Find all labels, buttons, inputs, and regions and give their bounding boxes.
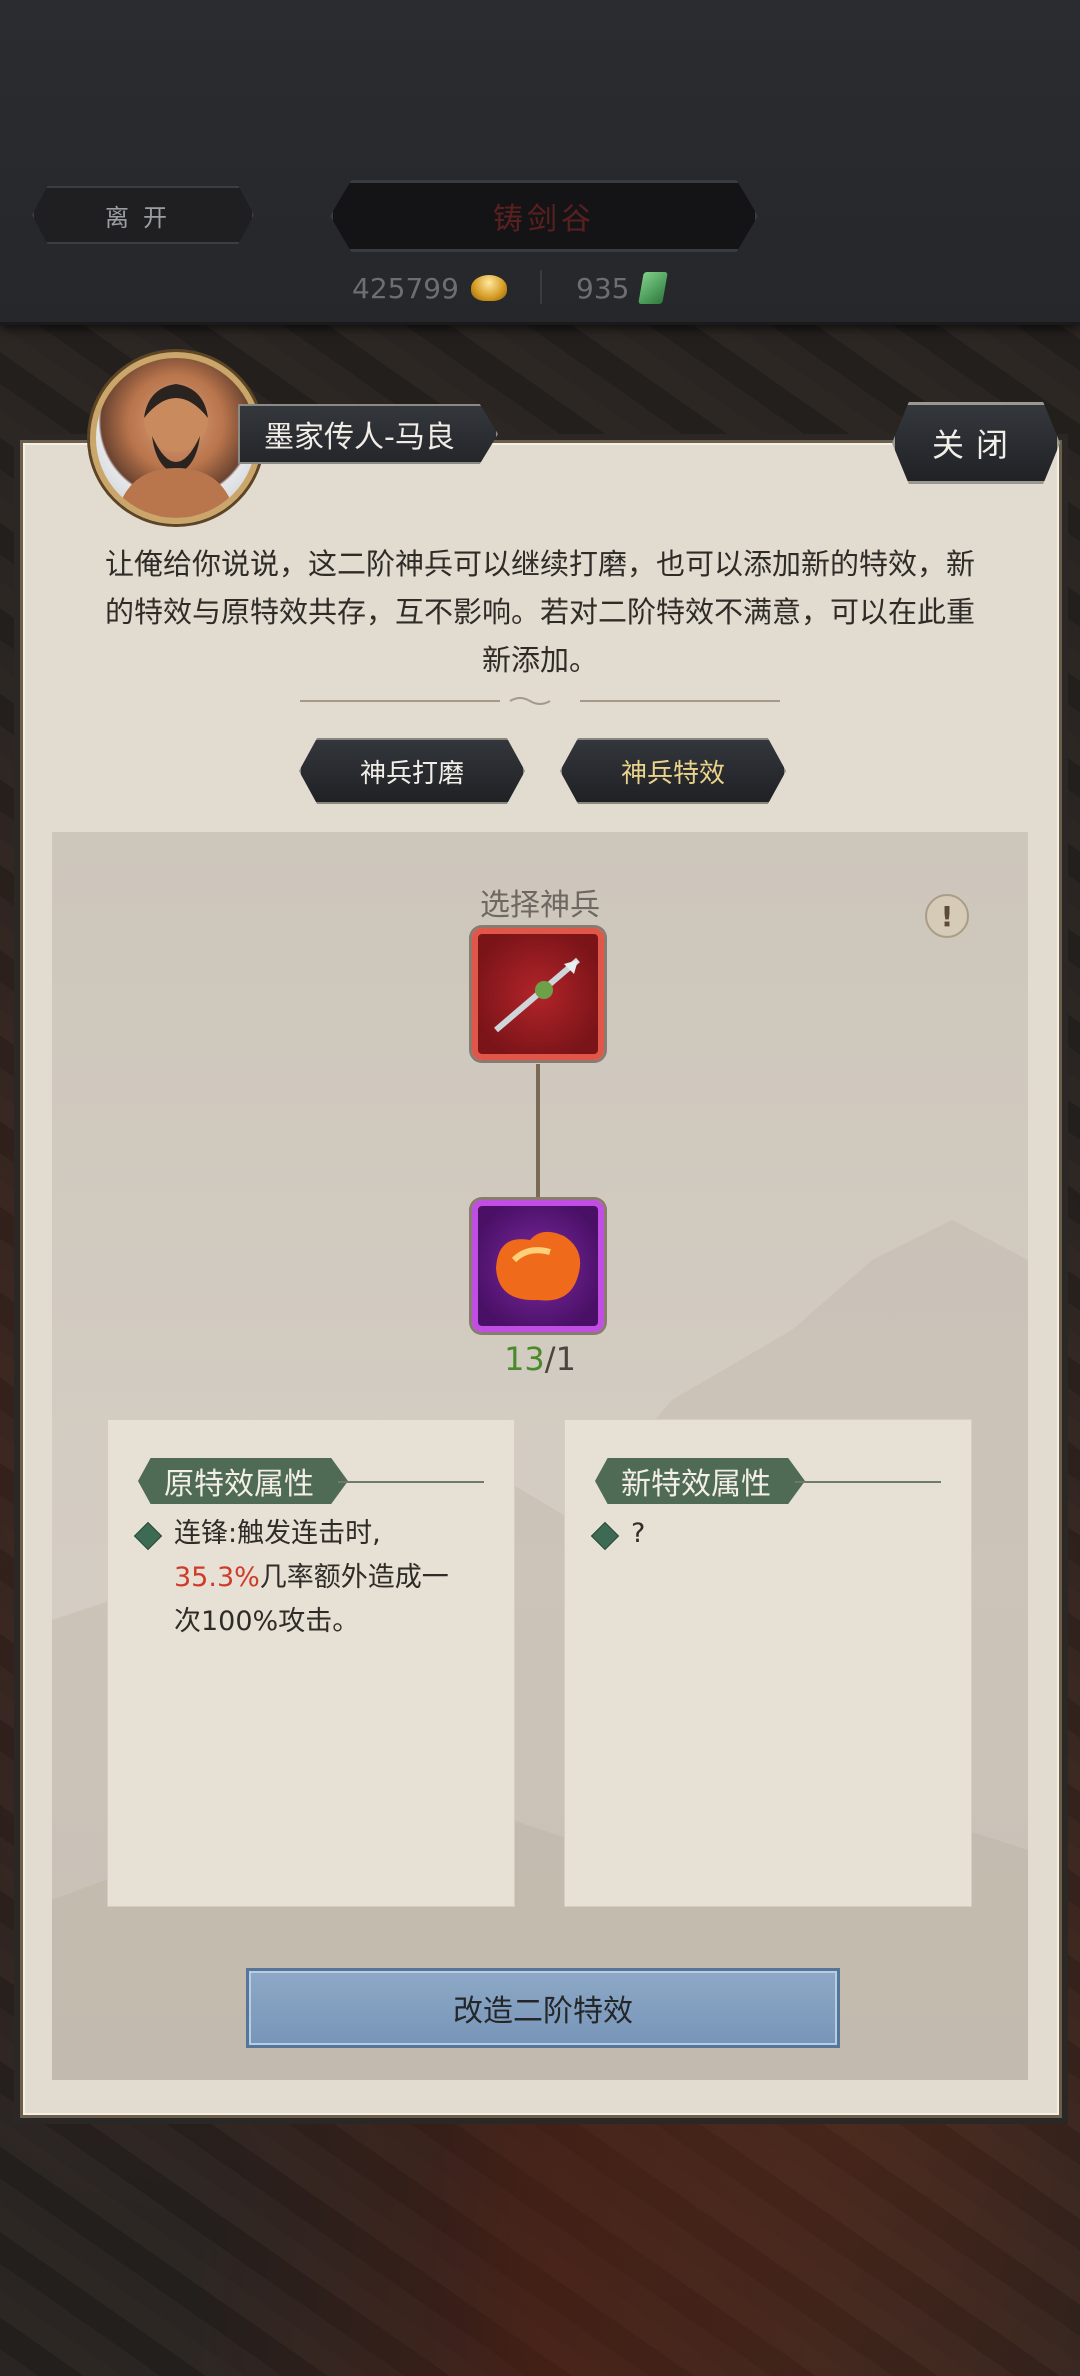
leave-button[interactable]: 离开 [32, 186, 254, 244]
effect-text-prefix: 连锋:触发连击时, [174, 1518, 381, 1549]
material-slot[interactable] [472, 1200, 604, 1332]
location-title: 铸剑谷 [330, 180, 758, 252]
npc-name-plate: 墨家传人-马良 [238, 404, 498, 464]
weapon-slot[interactable] [472, 928, 604, 1060]
top-bar: 离开 铸剑谷 425799 935 [0, 0, 1080, 325]
new-effect-card: 新特效属性 ? [565, 1420, 971, 1906]
effect-percent: 35.3% [174, 1562, 260, 1593]
new-effect-text: ? [631, 1518, 646, 1549]
npc-dialog-text: 让俺给你说说，这二阶神兵可以继续打磨，也可以添加新的特效，新的特效与原特效共存，… [104, 547, 975, 677]
gold-currency: 425799 [352, 266, 507, 310]
diamond-bullet-icon [133, 1521, 163, 1551]
modify-effect-button[interactable]: 改造二阶特效 [246, 1968, 840, 2048]
original-effect-title: 原特效属性 [138, 1458, 348, 1504]
original-effect-card: 原特效属性 连锋:触发连击时, 35.3%几率额外造成一次100%攻击。 [108, 1420, 514, 1906]
npc-avatar [90, 352, 262, 524]
amber-stone-icon [496, 1231, 581, 1301]
original-effect-title-line [338, 1481, 484, 1483]
jade-amount: 935 [576, 271, 630, 305]
info-icon[interactable]: ! [925, 894, 969, 938]
close-button[interactable]: 关闭 [892, 402, 1060, 484]
gold-amount: 425799 [352, 271, 459, 305]
npc-portrait-icon [116, 384, 236, 518]
tab-weapon-polish[interactable]: 神兵打磨 [299, 738, 525, 804]
diamond-bullet-icon [590, 1521, 620, 1551]
material-need: /1 [544, 1340, 576, 1378]
gold-ingot-icon [470, 275, 507, 301]
jade-currency: 935 [576, 266, 669, 310]
material-count: 13/1 [470, 1340, 610, 1378]
new-effect-title-line [795, 1481, 941, 1483]
material-have: 13 [504, 1340, 545, 1378]
spear-icon [494, 957, 580, 1033]
ornament-divider [300, 697, 780, 705]
jade-icon [638, 272, 669, 304]
tab-weapon-effect[interactable]: 神兵特效 [560, 738, 786, 804]
select-weapon-title: 选择神兵 [480, 888, 600, 923]
slot-connector [536, 1064, 540, 1198]
currency-divider [540, 270, 542, 304]
original-effect-text: 连锋:触发连击时, 35.3%几率额外造成一次100%攻击。 [174, 1512, 474, 1644]
new-effect-title: 新特效属性 [595, 1458, 805, 1504]
